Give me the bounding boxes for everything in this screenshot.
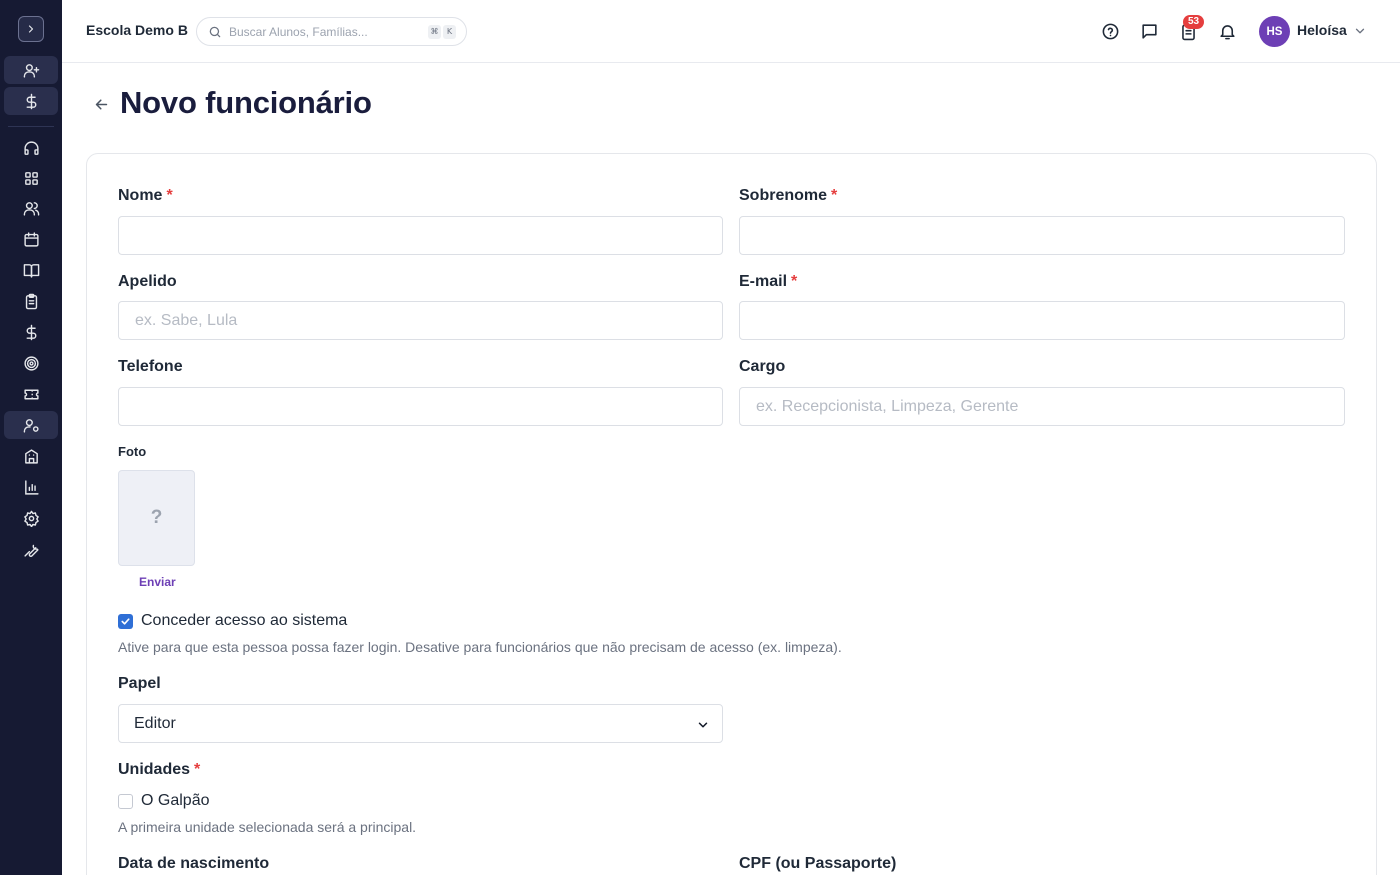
sidebar-divider [8,126,54,127]
permission-role-select[interactable]: Editor [118,704,723,743]
gear-icon [23,510,39,527]
sidebar-item-classes[interactable] [4,256,58,284]
first-name-label-text: Nome [118,187,163,204]
sidebar-item-tasks[interactable] [4,287,58,315]
help-button[interactable] [1100,21,1120,41]
role-title-label: Cargo [739,358,786,375]
chevron-right-icon [28,25,34,33]
role-title-input[interactable] [739,387,1345,426]
shortcut-key-cmd: ⌘ [428,25,441,39]
email-label: E-mail * [739,273,797,291]
sidebar-item-units[interactable] [4,442,58,470]
required-marker: * [166,187,173,204]
photo-upload-link[interactable]: Enviar [139,575,176,589]
ticket-icon [23,389,39,399]
book-icon [23,263,39,278]
phone-label: Telefone [118,358,183,375]
system-access-checkbox[interactable] [118,614,133,629]
shortcut-key-k: K [443,25,456,39]
document-label: CPF (ou Passaporte) [739,855,897,872]
photo-label: Foto [118,444,147,459]
messages-button[interactable] [1139,21,1159,41]
sidebar-item-reports[interactable] [4,473,58,501]
unit-checkbox-o-galpao[interactable] [118,794,133,809]
sidebar-item-staff[interactable] [4,411,58,439]
sidebar [0,0,62,875]
email-label-text: E-mail [739,273,788,290]
sidebar-item-calendar[interactable] [4,225,58,253]
permission-role-value: Editor [134,714,176,732]
units-label-text: Unidades [118,761,191,778]
sidebar-item-payment[interactable] [4,87,58,115]
sidebar-item-people[interactable] [4,194,58,222]
dashboard-icon [24,171,38,185]
nickname-input[interactable] [118,301,723,340]
target-icon [23,355,39,371]
employee-form-card [86,153,1377,875]
sidebar-item-goals[interactable] [4,349,58,377]
sidebar-item-finance[interactable] [4,318,58,346]
user-settings-icon [23,418,39,433]
help-icon [1102,23,1118,39]
clipboard-icon [25,293,37,309]
headset-icon [23,140,39,155]
required-marker: * [791,273,798,290]
bar-chart-icon [24,479,39,495]
dollar-icon [26,324,36,340]
last-name-label: Sobrenome * [739,187,837,205]
global-search[interactable]: ⌘ K [196,17,467,46]
phone-input[interactable] [118,387,723,426]
units-label: Unidades * [118,761,200,779]
sidebar-item-support[interactable] [4,134,58,162]
first-name-input[interactable] [118,216,723,255]
birth-date-label: Data de nascimento [118,855,270,872]
message-icon [1141,23,1157,39]
sidebar-item-settings[interactable] [4,504,58,532]
system-access-help: Ative para que esta pessoa possa fazer l… [118,639,842,655]
email-input[interactable] [739,301,1345,340]
units-help: A primeira unidade selecionada será a pr… [118,819,417,835]
chevron-down-icon[interactable] [1353,24,1367,38]
check-icon [121,618,130,625]
search-icon [209,26,221,37]
chevron-down-icon [698,722,708,728]
top-bar: Escola Demo B ⌘ K 53 HS Heloísa [62,0,1400,63]
school-name[interactable]: Escola Demo B [86,22,188,38]
back-button[interactable] [91,94,111,114]
required-marker: * [831,187,838,204]
sidebar-item-tickets[interactable] [4,380,58,408]
notifications-button[interactable] [1217,21,1237,41]
search-input[interactable] [229,24,419,39]
required-marker: * [194,761,201,778]
last-name-label-text: Sobrenome [739,187,828,204]
dollar-icon [26,93,36,109]
first-name-label: Nome * [118,187,173,205]
sidebar-item-tools[interactable] [4,535,58,563]
bell-icon [1219,24,1235,39]
unit-label-o-galpao[interactable]: O Galpão [141,792,209,810]
sidebar-item-add-person[interactable] [4,56,58,84]
user-avatar[interactable]: HS [1259,16,1290,47]
system-access-label[interactable]: Conceder acesso ao sistema [141,612,347,630]
building-icon [24,448,38,464]
users-icon [23,201,39,216]
photo-placeholder[interactable]: ? [118,470,195,566]
calendar-icon [23,231,39,247]
nickname-label: Apelido [118,273,177,290]
user-name[interactable]: Heloísa [1297,22,1347,38]
page-title: Novo funcionário [120,85,372,120]
permission-role-label: Papel [118,675,161,692]
user-plus-icon [23,63,39,78]
arrow-left-icon [95,98,107,110]
wrench-icon [23,544,39,557]
sidebar-expand-button[interactable] [18,16,44,42]
tasks-count-badge: 53 [1183,15,1204,29]
sidebar-item-dashboard[interactable] [4,164,58,192]
last-name-input[interactable] [739,216,1345,255]
